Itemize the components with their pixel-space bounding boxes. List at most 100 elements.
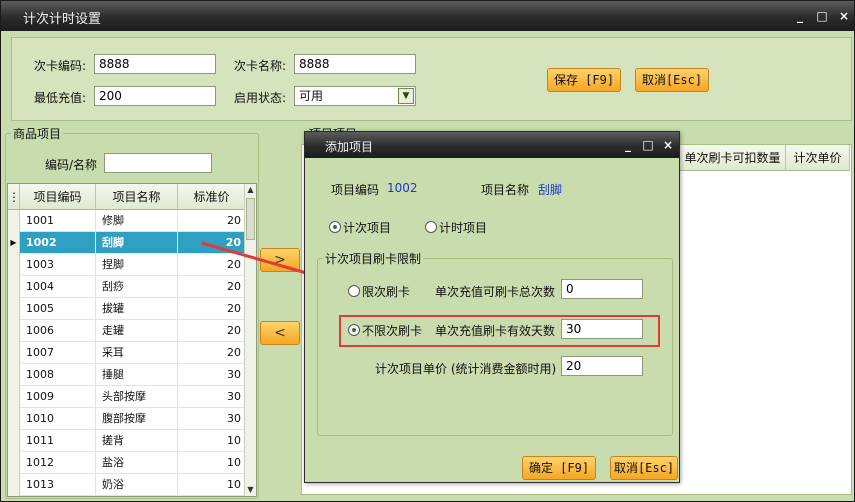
unlimited-days-input[interactable] (561, 319, 643, 339)
save-button[interactable]: 保存 [F9] (547, 68, 621, 92)
cell-price: 10 (178, 474, 246, 496)
row-indicator[interactable] (8, 210, 20, 232)
table-row[interactable]: 1008 捶腿 30 (8, 364, 246, 386)
cell-price: 30 (178, 386, 246, 408)
cell-name: 头部按摩 (96, 386, 178, 408)
type-time-radio[interactable] (425, 221, 437, 233)
chevron-down-icon[interactable]: ▼ (398, 88, 414, 104)
table-row[interactable]: 1009 头部按摩 30 (8, 386, 246, 408)
type-count-label[interactable]: 计次项目 (343, 219, 391, 236)
maximize-icon[interactable]: □ (815, 9, 829, 23)
row-indicator[interactable] (8, 430, 20, 452)
item-name-label: 项目名称 (481, 183, 530, 197)
row-indicator[interactable] (8, 254, 20, 276)
row-indicator[interactable] (8, 408, 20, 430)
card-name-label: 次卡名称: (234, 59, 287, 73)
row-indicator[interactable] (8, 342, 20, 364)
cell-name: 采耳 (96, 342, 178, 364)
unlimited-radio[interactable] (348, 324, 360, 336)
status-value: 可用 (299, 89, 324, 103)
row-indicator[interactable] (8, 320, 20, 342)
dialog-cancel-button[interactable]: 取消[Esc] (610, 456, 678, 480)
products-table-header: ⋮ 项目编码 项目名称 标准价 (8, 184, 246, 210)
min-recharge-input[interactable] (94, 86, 216, 106)
col-unit-price-header[interactable]: 计次单价 (786, 145, 850, 171)
row-indicator-header: ⋮ (8, 184, 20, 210)
limited-total-input[interactable] (561, 279, 643, 299)
dialog-title: 添加项目 (325, 140, 374, 154)
scroll-down-icon[interactable]: ▼ (245, 484, 256, 496)
table-row[interactable]: 1005 拔罐 20 (8, 298, 246, 320)
dialog-ok-button[interactable]: 确定 [F9] (522, 456, 596, 480)
limited-radio[interactable] (348, 285, 360, 297)
row-indicator[interactable] (8, 474, 20, 496)
table-row[interactable]: 1010 腹部按摩 30 (8, 408, 246, 430)
col-price-header[interactable]: 标准价 (178, 184, 246, 210)
min-recharge-label: 最低充值: (34, 91, 87, 105)
row-indicator[interactable] (8, 298, 20, 320)
cell-price: 30 (178, 364, 246, 386)
product-search-input[interactable] (104, 153, 212, 173)
limited-total-label: 单次充值可刷卡总次数 (435, 285, 556, 299)
cell-name: 刮痧 (96, 276, 178, 298)
table-row[interactable]: 1001 修脚 20 (8, 210, 246, 232)
row-indicator[interactable] (8, 386, 20, 408)
card-code-input[interactable] (94, 54, 216, 74)
table-row[interactable]: 1013 奶浴 10 (8, 474, 246, 496)
cell-name: 捏脚 (96, 254, 178, 276)
card-name-input[interactable] (294, 54, 416, 74)
cell-code: 1008 (20, 364, 96, 386)
row-indicator[interactable] (8, 364, 20, 386)
limit-group-title: 计次项目刷卡限制 (323, 250, 424, 267)
window-title: 计次计时设置 (23, 12, 102, 27)
remove-item-button[interactable]: < (260, 321, 300, 345)
scroll-up-icon[interactable]: ▲ (245, 184, 256, 196)
table-row[interactable]: 1006 走罐 20 (8, 320, 246, 342)
close-icon[interactable]: × (837, 9, 851, 23)
table-row[interactable]: 1007 采耳 20 (8, 342, 246, 364)
status-select[interactable]: 可用 ▼ (294, 86, 416, 106)
dialog-maximize-icon[interactable]: □ (641, 138, 655, 152)
cell-name: 腹部按摩 (96, 408, 178, 430)
col-code-header[interactable]: 项目编码 (20, 184, 96, 210)
cell-name: 奶浴 (96, 474, 178, 496)
cell-code: 1006 (20, 320, 96, 342)
cell-name: 盐浴 (96, 452, 178, 474)
type-count-radio[interactable] (329, 221, 341, 233)
cell-price: 10 (178, 452, 246, 474)
dialog-minimize-icon[interactable]: _ (621, 138, 635, 152)
row-indicator[interactable] (8, 452, 20, 474)
unlimited-label[interactable]: 不限次刷卡 (362, 322, 422, 339)
main-window: 计次计时设置 _ □ × 次卡编码: 次卡名称: 最低充值: 启用状态: 可用 … (0, 0, 855, 502)
col-name-header[interactable]: 项目名称 (96, 184, 178, 210)
title-bar: 计次计时设置 _ □ × (1, 1, 854, 31)
limited-label[interactable]: 限次刷卡 (362, 283, 410, 300)
dialog-close-icon[interactable]: × (661, 138, 675, 152)
cell-name: 搓背 (96, 430, 178, 452)
cell-price: 20 (178, 298, 246, 320)
cell-code: 1010 (20, 408, 96, 430)
cell-price: 20 (178, 342, 246, 364)
cancel-button[interactable]: 取消[Esc] (635, 68, 709, 92)
cell-code: 1001 (20, 210, 96, 232)
cell-name: 修脚 (96, 210, 178, 232)
card-info-panel: 次卡编码: 次卡名称: 最低充值: 启用状态: 可用 ▼ 保存 [F9] 取消[… (11, 37, 852, 121)
add-item-dialog: 添加项目 _ □ × 项目编码 1002 项目名称 刮脚 计次项目 计时项目 计… (304, 131, 680, 483)
unit-price-input[interactable] (561, 356, 643, 376)
cell-code: 1013 (20, 474, 96, 496)
cell-code: 1004 (20, 276, 96, 298)
row-indicator[interactable] (8, 276, 20, 298)
cell-code: 1002 (20, 232, 96, 254)
col-deduct-qty-header[interactable]: 单次刷卡可扣数量 (680, 145, 786, 171)
item-code-label: 项目编码 (331, 183, 380, 197)
cell-code: 1011 (20, 430, 96, 452)
cell-price: 30 (178, 408, 246, 430)
minimize-icon[interactable]: _ (793, 9, 807, 23)
table-row[interactable]: 1012 盐浴 10 (8, 452, 246, 474)
cell-code: 1009 (20, 386, 96, 408)
cell-name: 刮脚 (96, 232, 178, 254)
table-row[interactable]: 1011 搓背 10 (8, 430, 246, 452)
row-indicator[interactable]: ▶ (8, 232, 20, 254)
type-time-label[interactable]: 计时项目 (439, 219, 487, 236)
card-code-label: 次卡编码: (34, 59, 87, 73)
